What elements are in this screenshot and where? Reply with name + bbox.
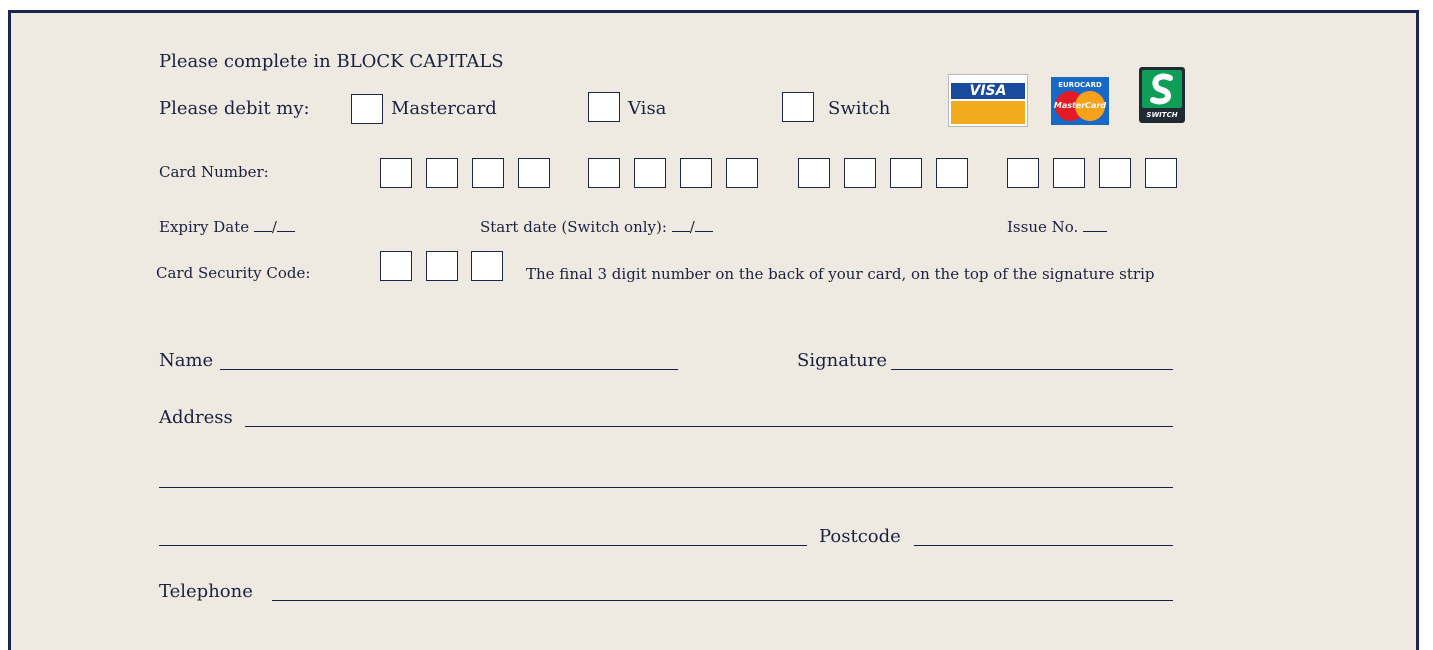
telephone-input-line[interactable] [272,600,1173,601]
signature-label: Signature [797,350,888,371]
card-number-digit-box[interactable] [426,158,458,188]
card-number-digit-box[interactable] [798,158,830,188]
visa-checkbox[interactable] [588,92,620,122]
card-number-digit-box[interactable] [1053,158,1085,188]
mastercard-option-label: Mastercard [391,98,497,119]
security-code-hint: The final 3 digit number on the back of … [526,265,1155,283]
card-number-digit-box[interactable] [518,158,550,188]
block-capitals-instruction: Please complete in BLOCK CAPITALS [159,51,504,72]
start-date-label: Start date (Switch only): [480,218,667,236]
name-label: Name [159,350,214,371]
expiry-date-label: Expiry Date [159,218,250,236]
address-input-line-1[interactable] [245,426,1173,427]
card-number-label: Card Number: [159,163,269,181]
start-date-field[interactable]: Start date (Switch only): / [480,217,713,236]
card-number-digit-box[interactable] [1099,158,1131,188]
debit-label: Please debit my: [159,98,310,119]
switch-logo-text: SWITCH [1146,111,1178,119]
address-input-line-3[interactable] [159,545,807,546]
card-number-digit-box[interactable] [680,158,712,188]
security-code-digit-box[interactable] [426,251,458,281]
mastercard-checkbox[interactable] [351,94,383,124]
payment-form: Please complete in BLOCK CAPITALS Please… [8,10,1419,650]
switch-checkbox[interactable] [782,92,814,122]
issue-number-label: Issue No. [1007,218,1079,236]
postcode-label: Postcode [819,526,901,547]
signature-input-line[interactable] [891,369,1173,370]
mastercard-text: MasterCard [1053,101,1107,110]
card-number-digit-box[interactable] [936,158,968,188]
card-number-digit-box[interactable] [726,158,758,188]
card-number-digit-box[interactable] [634,158,666,188]
postcode-input-line[interactable] [914,545,1173,546]
address-input-line-2[interactable] [159,487,1173,488]
issue-number-field[interactable]: Issue No. [1007,217,1108,236]
security-code-digit-box[interactable] [471,251,503,281]
card-number-digit-box[interactable] [844,158,876,188]
visa-logo: VISA [948,74,1028,127]
switch-s-icon [1142,70,1182,108]
address-label: Address [159,407,233,428]
name-input-line[interactable] [220,369,678,370]
visa-logo-text: VISA [951,83,1025,99]
security-code-label: Card Security Code: [156,264,311,282]
card-number-digit-box[interactable] [1145,158,1177,188]
card-number-digit-box[interactable] [1007,158,1039,188]
switch-option-label: Switch [828,98,891,119]
eurocard-text: EUROCARD [1058,81,1102,89]
card-number-digit-box[interactable] [472,158,504,188]
visa-option-label: Visa [628,98,667,119]
eurocard-mastercard-logo: EUROCARD MasterCard [1051,77,1109,125]
security-code-digit-box[interactable] [380,251,412,281]
card-number-digit-box[interactable] [890,158,922,188]
card-number-digit-box[interactable] [380,158,412,188]
switch-logo: SWITCH [1139,67,1185,123]
expiry-date-field[interactable]: Expiry Date / [159,217,295,236]
card-number-digit-box[interactable] [588,158,620,188]
telephone-label: Telephone [159,581,253,602]
